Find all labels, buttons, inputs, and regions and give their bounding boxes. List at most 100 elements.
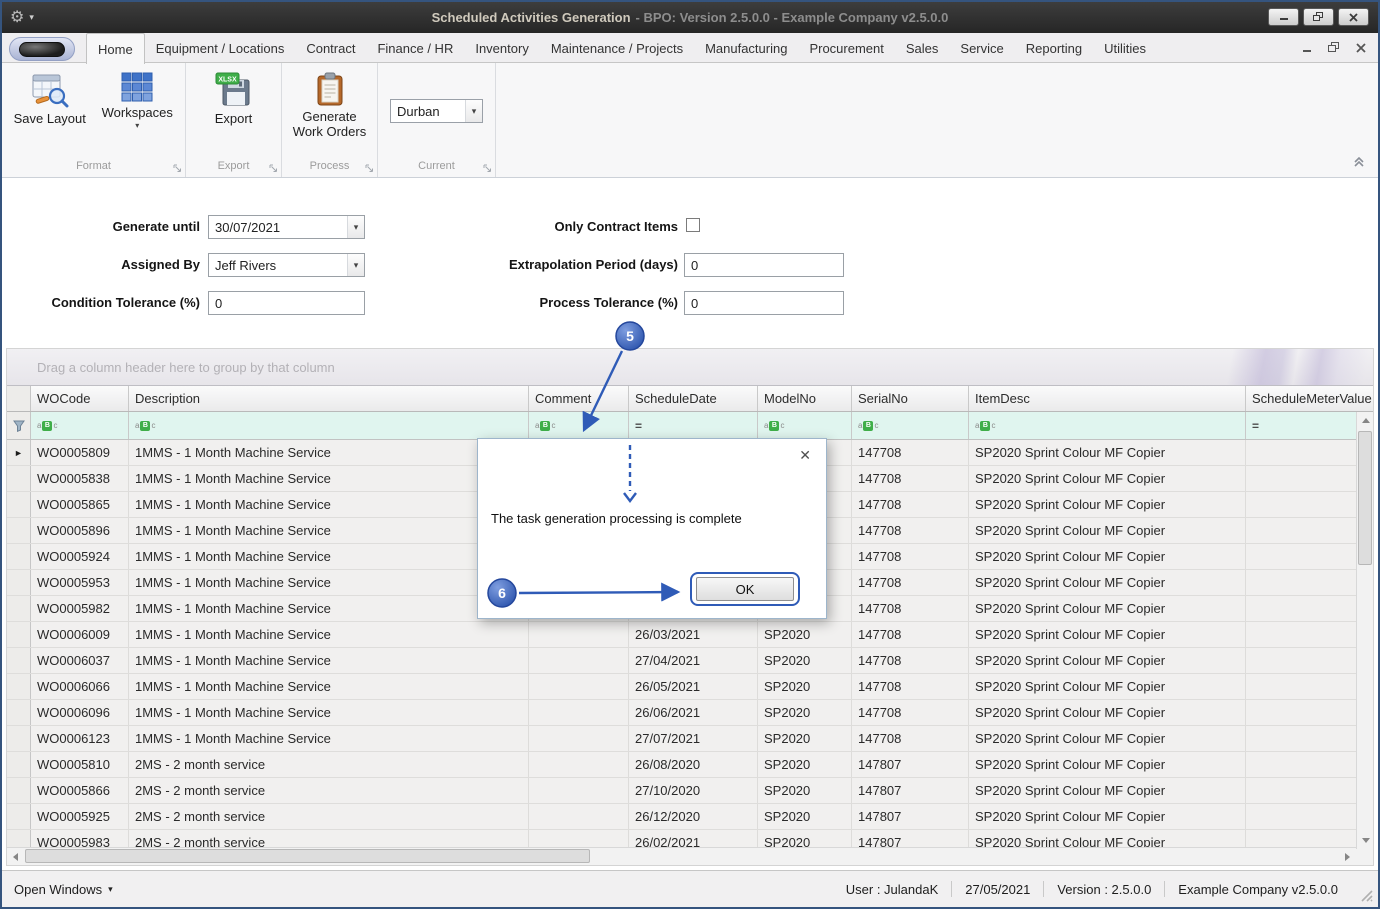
filter-cell-modelno[interactable]: aBc (758, 412, 852, 439)
column-header-itemdesc[interactable]: ItemDesc (969, 386, 1246, 411)
row-indicator (7, 596, 31, 621)
generate-until-caret-icon[interactable]: ▾ (347, 216, 364, 238)
filter-cell-wocode[interactable]: aBc (31, 412, 129, 439)
column-header-comment[interactable]: Comment (529, 386, 629, 411)
vertical-scrollbar[interactable] (1356, 412, 1373, 849)
current-site-combo[interactable]: Durban ▾ (390, 99, 483, 123)
column-header-serialno[interactable]: SerialNo (852, 386, 969, 411)
tab-inventory[interactable]: Inventory (464, 33, 539, 63)
process-tolerance-field[interactable]: 0 (684, 291, 844, 315)
column-header-scheduledate[interactable]: ScheduleDate (629, 386, 758, 411)
table-row[interactable]: WO00058102MS - 2 month service26/08/2020… (7, 752, 1373, 778)
export-button[interactable]: XLSX Export (190, 67, 277, 126)
cell-model_no: SP2020 (758, 778, 852, 803)
cell-item_desc: SP2020 Sprint Colour MF Copier (969, 466, 1246, 491)
column-header-description[interactable]: Description (129, 386, 529, 411)
tab-manufacturing[interactable]: Manufacturing (694, 33, 798, 63)
table-row[interactable]: WO00060961MMS - 1 Month Machine Service2… (7, 700, 1373, 726)
cell-item_desc: SP2020 Sprint Colour MF Copier (969, 570, 1246, 595)
tab-equipment-locations[interactable]: Equipment / Locations (145, 33, 296, 63)
table-row[interactable]: WO00060661MMS - 1 Month Machine Service2… (7, 674, 1373, 700)
cell-description: 1MMS - 1 Month Machine Service (129, 726, 529, 751)
tab-home[interactable]: Home (86, 33, 145, 64)
workspaces-button[interactable]: Workspaces ▾ (94, 67, 182, 130)
scroll-up-icon[interactable] (1357, 412, 1374, 429)
cell-comment (529, 700, 629, 725)
column-header-wocode[interactable]: WOCode (31, 386, 129, 411)
tab-utilities[interactable]: Utilities (1093, 33, 1157, 63)
table-row[interactable]: WO00060091MMS - 1 Month Machine Service2… (7, 622, 1373, 648)
app-gear-icon[interactable]: ⚙ (10, 10, 24, 26)
ribbon-tab-list: HomeEquipment / LocationsContractFinance… (86, 33, 1157, 63)
abc-filter-icon: aBc (858, 421, 878, 431)
tab-maintenance-projects[interactable]: Maintenance / Projects (540, 33, 694, 63)
cell-serial_no: 147708 (852, 518, 969, 543)
table-row[interactable]: WO00058662MS - 2 month service27/10/2020… (7, 778, 1373, 804)
close-button[interactable] (1338, 8, 1369, 26)
generate-work-orders-label: Generate Work Orders (293, 109, 366, 139)
groupby-bar[interactable]: Drag a column header here to group by th… (7, 349, 1373, 386)
save-layout-button[interactable]: Save Layout (6, 67, 94, 126)
assigned-by-field[interactable]: Jeff Rivers ▾ (208, 253, 365, 277)
tab-service[interactable]: Service (949, 33, 1014, 63)
cell-schedule_date: 27/10/2020 (629, 778, 758, 803)
assigned-by-caret-icon[interactable]: ▾ (347, 254, 364, 276)
table-row[interactable]: WO00061231MMS - 1 Month Machine Service2… (7, 726, 1373, 752)
filter-cell-comment[interactable]: aBc (529, 412, 629, 439)
dialog-close-icon[interactable]: ✕ (799, 448, 811, 462)
cell-serial_no: 147708 (852, 466, 969, 491)
column-header-modelno[interactable]: ModelNo (758, 386, 852, 411)
current-dialog-launcher-icon[interactable] (483, 164, 492, 173)
scroll-down-icon[interactable] (1357, 832, 1374, 849)
vertical-scroll-thumb[interactable] (1358, 431, 1372, 565)
minimize-button[interactable] (1268, 8, 1299, 26)
only-contract-items-checkbox[interactable] (686, 218, 700, 232)
current-site-caret-icon[interactable]: ▾ (465, 100, 482, 122)
group-label-export: Export (218, 160, 250, 172)
extrapolation-period-field[interactable]: 0 (684, 253, 844, 277)
status-company: Example Company v2.5.0.0 (1178, 882, 1338, 897)
tab-finance-hr[interactable]: Finance / HR (366, 33, 464, 63)
tab-contract[interactable]: Contract (295, 33, 366, 63)
column-header-schedulemetervalue[interactable]: ScheduleMeterValue (1246, 386, 1373, 411)
cell-description: 1MMS - 1 Month Machine Service (129, 648, 529, 673)
quick-access-caret-icon[interactable]: ▾ (29, 12, 34, 23)
generate-until-field[interactable]: 30/07/2021 ▾ (208, 215, 365, 239)
filter-cell-scheduledate[interactable]: = (629, 412, 758, 439)
table-row[interactable]: WO00060371MMS - 1 Month Machine Service2… (7, 648, 1373, 674)
ribbon-minimize-icon[interactable] (1302, 41, 1312, 56)
tab-sales[interactable]: Sales (895, 33, 950, 63)
ribbon-close-icon[interactable] (1356, 41, 1366, 56)
filter-cell-description[interactable]: aBc (129, 412, 529, 439)
maximize-button[interactable] (1303, 8, 1334, 26)
process-dialog-launcher-icon[interactable] (365, 164, 374, 173)
scroll-right-icon[interactable] (1339, 848, 1356, 865)
filter-cell-itemdesc[interactable]: aBc (969, 412, 1246, 439)
app-menu-button[interactable] (9, 37, 75, 61)
generate-work-orders-button[interactable]: Generate Work Orders (286, 67, 373, 139)
horizontal-scrollbar[interactable] (7, 847, 1373, 865)
abc-filter-icon: aBc (37, 421, 57, 431)
condition-tolerance-field[interactable]: 0 (208, 291, 365, 315)
table-row[interactable]: WO00059252MS - 2 month service26/12/2020… (7, 804, 1373, 830)
cell-item_desc: SP2020 Sprint Colour MF Copier (969, 752, 1246, 777)
resize-grip-icon[interactable] (1360, 889, 1374, 903)
ribbon-restore-icon[interactable] (1328, 41, 1340, 56)
format-dialog-launcher-icon[interactable] (173, 164, 182, 173)
status-separator (951, 881, 952, 897)
cell-meter (1246, 466, 1373, 491)
cell-wocode: WO0006096 (31, 700, 129, 725)
filter-cell-schedulemetervalue[interactable]: = (1246, 412, 1373, 439)
filter-cell-serialno[interactable]: aBc (852, 412, 969, 439)
horizontal-scroll-thumb[interactable] (25, 849, 590, 863)
process-tolerance-label: Process Tolerance (%) (422, 295, 678, 311)
export-dialog-launcher-icon[interactable] (269, 164, 278, 173)
ok-button[interactable]: OK (696, 577, 794, 601)
tab-reporting[interactable]: Reporting (1015, 33, 1093, 63)
cell-comment (529, 726, 629, 751)
ribbon-collapse-icon[interactable] (1352, 156, 1366, 171)
open-windows-button[interactable]: Open Windows ▾ (14, 882, 113, 897)
cell-meter (1246, 440, 1373, 465)
tab-procurement[interactable]: Procurement (798, 33, 894, 63)
scroll-left-icon[interactable] (7, 848, 24, 865)
